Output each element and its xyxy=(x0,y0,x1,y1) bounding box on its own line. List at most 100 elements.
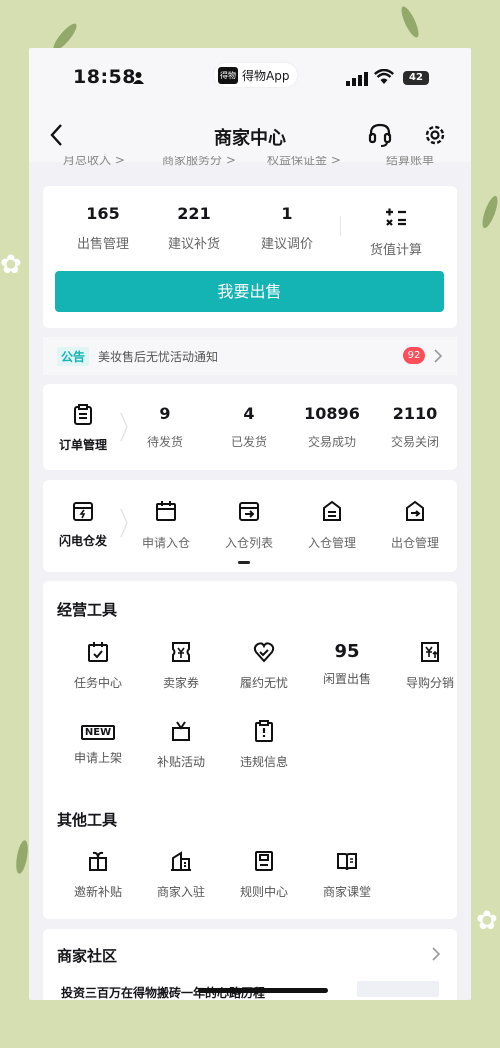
sell-button[interactable]: 我要出售 xyxy=(55,271,444,312)
chevron-right-icon xyxy=(432,947,440,961)
distribution-icon xyxy=(421,642,439,662)
person-icon xyxy=(133,72,144,84)
community-title: 商家社区 xyxy=(57,947,118,965)
order-status-label: 待发货 xyxy=(146,435,183,449)
order-count: 4 xyxy=(243,404,255,423)
page-title: 商家中心 xyxy=(214,128,286,149)
chevron-right-icon xyxy=(434,349,442,363)
order-completed[interactable]: 10896 交易成功 xyxy=(292,404,372,450)
other-tools-title: 其他工具 xyxy=(57,811,118,829)
order-pending-shipment[interactable]: 9 待发货 xyxy=(125,404,205,450)
tool-invite-subsidy[interactable]: 邀新补贴 xyxy=(57,850,139,900)
tool-label: 规则中心 xyxy=(239,885,288,899)
tool-apply-listing[interactable]: NEW 申请上架 xyxy=(57,720,139,766)
document-icon xyxy=(323,500,341,521)
calendar-icon xyxy=(156,501,176,521)
tool-idle-sale[interactable]: 95 闲置出售 xyxy=(306,641,388,687)
unread-badge: 92 xyxy=(403,347,425,364)
orders-card: 订单管理 9 待发货 4 已发货 10896 交易成功 2110 交易关闭 xyxy=(43,384,457,470)
signal-icon xyxy=(346,72,368,86)
stats-card: 165 出售管理 221 建议补货 1 建议调价 货值计算 我要出售 xyxy=(43,186,457,328)
wifi-icon xyxy=(374,69,394,84)
tool-merchant-classroom[interactable]: 商家课堂 xyxy=(306,850,388,900)
tool-label: 补贴活动 xyxy=(156,755,205,769)
flower-decoration: ✿ xyxy=(0,250,22,280)
tool-task-center[interactable]: 任务中心 xyxy=(57,641,139,691)
article-thumbnail[interactable] xyxy=(357,981,439,997)
stat-label: 建议调价 xyxy=(260,237,313,252)
app-label: 得物App xyxy=(242,68,290,83)
stat-sales-management[interactable]: 165 出售管理 xyxy=(57,204,149,252)
warehouse-item-label: 入仓管理 xyxy=(307,536,356,550)
order-shipped[interactable]: 4 已发货 xyxy=(209,404,289,450)
building-icon xyxy=(171,851,191,871)
announcement-bar[interactable]: 公告 美妆售后无忧活动通知 92 xyxy=(43,337,457,375)
flash-warehouse-button[interactable]: 闪电仓发 xyxy=(43,480,123,572)
order-closed[interactable]: 2110 交易关闭 xyxy=(375,404,455,450)
leaf-decoration xyxy=(14,839,30,875)
tool-label: 履约无忧 xyxy=(239,676,288,690)
sublink-service-score[interactable]: 商家服务分 > xyxy=(162,156,236,168)
sublink-settlement[interactable]: 结算账单 xyxy=(386,156,434,168)
nav-bar: 商家中心 xyxy=(29,110,471,162)
order-management-button[interactable]: 订单管理 xyxy=(43,384,123,470)
tool-label: 商家入驻 xyxy=(156,885,205,899)
tool-merchant-onboarding[interactable]: 商家入驻 xyxy=(140,850,222,900)
tool-seller-coupon[interactable]: 卖家券 xyxy=(140,641,222,691)
announcement-tag: 公告 xyxy=(57,347,90,366)
tool-label: 商家课堂 xyxy=(322,885,371,899)
business-tools-title: 经营工具 xyxy=(57,601,118,619)
app-indicator[interactable]: 得物 得物App xyxy=(214,63,298,87)
inbound-management-button[interactable]: 入仓管理 xyxy=(291,500,373,551)
home-indicator[interactable] xyxy=(198,988,328,993)
gift-icon xyxy=(89,851,107,871)
outbound-management-button[interactable]: 出仓管理 xyxy=(374,500,456,551)
divider xyxy=(340,216,341,236)
warehouse-card: 闪电仓发 申请入仓 入仓列表 入仓管理 出仓管理 xyxy=(43,480,457,572)
gear-icon[interactable] xyxy=(422,122,448,148)
tool-rules-center[interactable]: 规则中心 xyxy=(223,850,305,900)
stat-value-calculation[interactable]: 货值计算 xyxy=(366,206,426,258)
order-count: 10896 xyxy=(304,404,360,423)
battery-icon: 42 xyxy=(403,71,429,85)
calculator-icon xyxy=(386,208,406,226)
tool-label: 闲置出售 xyxy=(322,672,371,686)
stat-value: 1 xyxy=(281,204,293,223)
resale-95-icon: 95 xyxy=(334,641,360,662)
book-icon xyxy=(337,853,357,871)
status-time: 18:58 xyxy=(73,66,136,88)
leaf-decoration xyxy=(398,4,422,40)
tool-subsidy-activity[interactable]: 补贴活动 xyxy=(140,720,222,770)
phone-screen: 18:58 得物 得物App 42 商家中心 月总收入 > 商家服务分 > 权益… xyxy=(29,48,471,1000)
subsidy-icon xyxy=(172,721,190,741)
inbound-list-button[interactable]: 入仓列表 xyxy=(208,500,290,551)
order-status-label: 已发货 xyxy=(230,435,267,449)
order-status-label: 交易关闭 xyxy=(390,435,439,449)
warehouse-item-label: 出仓管理 xyxy=(390,536,439,550)
stat-label: 出售管理 xyxy=(76,237,129,252)
tool-distribution[interactable]: 导购分销 xyxy=(389,641,471,691)
stat-price-suggestion[interactable]: 1 建议调价 xyxy=(241,204,333,252)
lightning-box-icon xyxy=(73,502,93,521)
customer-service-icon[interactable] xyxy=(368,122,392,148)
tool-label: 卖家券 xyxy=(162,676,199,690)
tool-violation-info[interactable]: 违规信息 xyxy=(223,720,305,770)
inbound-box-icon xyxy=(239,502,259,521)
tools-card: 经营工具 任务中心 卖家券 履约无忧 95 闲置出售 导购分销 NEW 申请上架 xyxy=(43,581,457,919)
app-logo: 得物 xyxy=(218,66,238,84)
rules-icon xyxy=(255,851,273,871)
violation-icon xyxy=(255,720,273,742)
tool-fulfillment[interactable]: 履约无忧 xyxy=(223,641,305,691)
order-list-icon xyxy=(74,404,92,425)
stat-restock-suggestion[interactable]: 221 建议补货 xyxy=(148,204,240,252)
sublink-deposit[interactable]: 权益保证金 > xyxy=(267,156,341,168)
outbound-icon xyxy=(406,500,424,521)
status-bar: 18:58 得物 得物App 42 xyxy=(29,48,471,110)
apply-inbound-button[interactable]: 申请入仓 xyxy=(125,500,207,551)
heart-shield-icon xyxy=(253,642,275,663)
stat-value: 165 xyxy=(86,204,120,223)
coupon-icon xyxy=(172,642,190,662)
sublink-monthly-income[interactable]: 月总收入 > xyxy=(63,156,125,168)
new-icon: NEW xyxy=(57,720,139,742)
order-count: 9 xyxy=(159,404,171,423)
